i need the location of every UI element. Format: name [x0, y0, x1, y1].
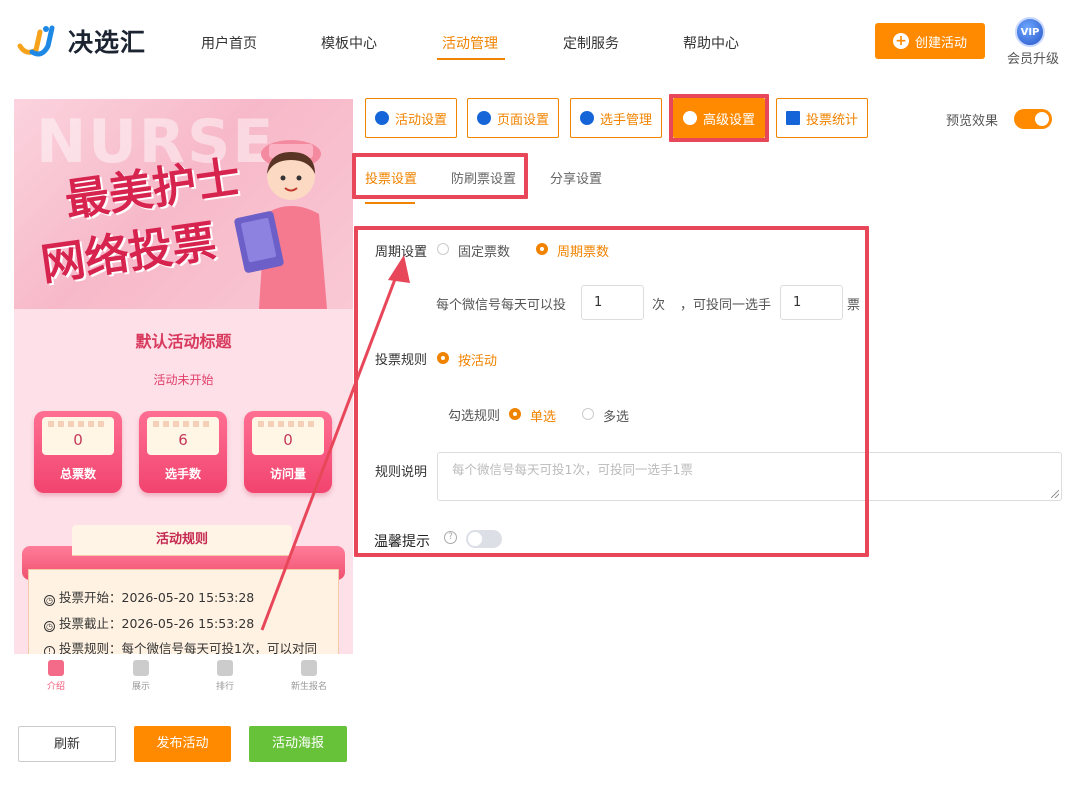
- subtab-share-settings[interactable]: 分享设置: [550, 168, 602, 187]
- stat-value: 0: [42, 417, 114, 455]
- tab-advanced-settings[interactable]: 高级设置: [673, 98, 765, 138]
- subtab-active-underline: [365, 202, 415, 204]
- per-day-votes-input[interactable]: 1: [581, 285, 644, 320]
- rule-description-placeholder: 每个微信号每天可投1次，可投同一选手1票: [452, 462, 693, 477]
- gear-icon: [476, 111, 491, 125]
- vip-badge-icon[interactable]: VIP: [1015, 17, 1045, 47]
- option-single-select[interactable]: 单选: [530, 406, 556, 425]
- users-icon: [579, 111, 594, 125]
- banner-title-line2: 网络投票: [37, 215, 220, 291]
- nurse-icon: [48, 660, 64, 676]
- tab-activity-settings[interactable]: 活动设置: [365, 98, 457, 138]
- nav-activity-management[interactable]: 活动管理: [442, 33, 498, 53]
- highlight-form: [354, 226, 869, 557]
- help-icon[interactable]: ?: [444, 531, 457, 544]
- stat-label: 访问量: [269, 467, 306, 481]
- activity-title: 默认活动标题: [135, 332, 232, 351]
- heart-pulse-icon: [217, 660, 233, 676]
- option-by-activity[interactable]: 按活动: [458, 350, 497, 369]
- tip-toggle[interactable]: [466, 530, 502, 548]
- plus-icon: +: [892, 33, 909, 49]
- per-day-label: 每个微信号每天可以投: [436, 298, 567, 313]
- activity-status: 活动未开始: [153, 373, 214, 387]
- option-periodic-votes[interactable]: 周期票数: [557, 241, 609, 260]
- option-multi-select[interactable]: 多选: [603, 406, 629, 425]
- check-rule-label: 勾选规则: [448, 409, 501, 424]
- tab-vote-statistics[interactable]: 投票统计: [776, 98, 868, 138]
- tabbar-intro[interactable]: 介绍: [21, 660, 91, 692]
- brand-logo[interactable]: 决选汇: [16, 22, 146, 60]
- stat-total-votes: 0 总票数: [34, 411, 122, 493]
- per-day-unit: 次: [652, 298, 666, 313]
- create-activity-label: 创建活动: [914, 35, 967, 51]
- clock-icon: ◷: [44, 595, 55, 606]
- tip-label: 温馨提示: [374, 534, 430, 550]
- refresh-button[interactable]: 刷新: [18, 726, 116, 762]
- subtab-anti-cheat[interactable]: 防刷票设置: [451, 168, 516, 187]
- same-player-label: ，可投同一选手: [680, 298, 772, 313]
- signup-icon: [301, 660, 317, 676]
- clock-icon: ◷: [44, 621, 55, 632]
- resize-handle-icon[interactable]: [1051, 490, 1059, 498]
- logo-mark-icon: [16, 22, 60, 60]
- stat-players: 6 选手数: [139, 411, 227, 493]
- top-header: 决选汇 用户首页 模板中心 活动管理 定制服务 帮助中心 + 创建活动 VIP …: [0, 0, 1079, 82]
- nav-home[interactable]: 用户首页: [201, 33, 257, 53]
- nurse-illustration: [234, 140, 327, 309]
- stat-visits: 0 访问量: [244, 411, 332, 493]
- brand-name: 决选汇: [68, 28, 147, 57]
- rule-vote-rule: ! 投票规则：每个微信号每天可投1次，可以对同: [44, 638, 317, 654]
- vote-rule-label: 投票规则: [375, 353, 428, 368]
- rule-end-time: ◷ 投票截止：2026-05-26 15:53:28: [44, 616, 255, 632]
- subtab-vote-settings[interactable]: 投票设置: [365, 168, 417, 187]
- preview-effect-toggle[interactable]: [1014, 109, 1052, 129]
- preview-tabbar: 介绍 展示 排行 新生报名: [14, 654, 353, 702]
- radio-by-activity[interactable]: [437, 352, 449, 364]
- nav-active-underline: [437, 58, 505, 60]
- stat-value: 0: [252, 417, 324, 455]
- rule-description-textarea[interactable]: 每个微信号每天可投1次，可投同一选手1票: [437, 452, 1062, 501]
- stat-label: 总票数: [59, 467, 96, 481]
- nav-help-center[interactable]: 帮助中心: [683, 33, 739, 53]
- cog-list-icon: [682, 111, 697, 125]
- info-icon: !: [44, 646, 55, 654]
- stat-label: 选手数: [164, 467, 201, 481]
- rules-title: 活动规则: [72, 525, 292, 555]
- radio-single-select[interactable]: [509, 408, 521, 420]
- activity-poster-button[interactable]: 活动海报: [249, 726, 347, 762]
- tabbar-showcase[interactable]: 展示: [106, 660, 176, 692]
- stat-value: 6: [147, 417, 219, 455]
- star-icon: [374, 111, 389, 125]
- tab-player-management[interactable]: 选手管理: [570, 98, 662, 138]
- option-fixed-votes[interactable]: 固定票数: [458, 241, 510, 260]
- vip-upgrade-link[interactable]: 会员升级: [1007, 48, 1059, 67]
- radio-periodic-votes[interactable]: [536, 243, 548, 255]
- rule-start-time: ◷ 投票开始：2026-05-20 15:53:28: [44, 590, 255, 606]
- mobile-preview: NURSE 最美护士 网络投票 默认活动标题 活动未开始 0 总票数 6 选手数…: [14, 99, 353, 654]
- rule-description-label: 规则说明: [375, 465, 428, 480]
- same-player-unit: 票: [847, 298, 861, 313]
- nav-custom-service[interactable]: 定制服务: [563, 33, 619, 53]
- tab-page-settings[interactable]: 页面设置: [467, 98, 559, 138]
- same-player-votes-input[interactable]: 1: [780, 285, 843, 320]
- publish-activity-button[interactable]: 发布活动: [134, 726, 231, 762]
- gallery-icon: [133, 660, 149, 676]
- bar-chart-icon: [785, 111, 800, 125]
- radio-fixed-votes[interactable]: [437, 243, 449, 255]
- radio-multi-select[interactable]: [582, 408, 594, 420]
- preview-banner: NURSE 最美护士 网络投票: [14, 99, 353, 309]
- create-activity-button[interactable]: + 创建活动: [875, 23, 985, 59]
- tabbar-ranking[interactable]: 排行: [190, 660, 260, 692]
- period-settings-label: 周期设置: [375, 245, 428, 260]
- nav-templates[interactable]: 模板中心: [321, 33, 377, 53]
- tabbar-signup[interactable]: 新生报名: [274, 660, 344, 692]
- preview-effect-label: 预览效果: [946, 114, 999, 129]
